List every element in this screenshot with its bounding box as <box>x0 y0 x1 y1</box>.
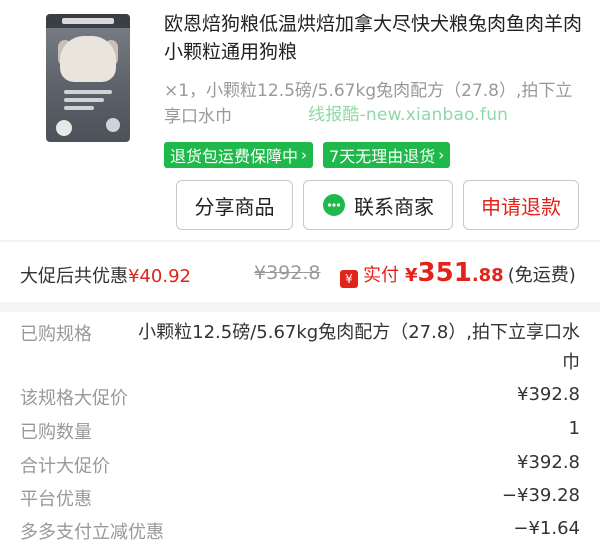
detail-label: 已购数量 <box>20 422 92 443</box>
product-thumbnail[interactable] <box>46 14 130 142</box>
detail-value: −¥39.28 <box>501 485 580 506</box>
product-card: 欧恩焙狗粮低温烘焙加拿大尽快犬粮兔肉鱼肉羊肉小颗粒通用狗粮 ×1，小颗粒12.5… <box>0 0 600 240</box>
discount-value: ¥40.92 <box>128 266 191 287</box>
detail-value: 小颗粒12.5磅/5.67kg兔肉配方（27.8）,拍下立享口水巾 <box>138 322 580 373</box>
chat-bubble-icon <box>323 194 345 216</box>
product-title[interactable]: 欧恩焙狗粮低温烘焙加拿大尽快犬粮兔肉鱼肉羊肉小颗粒通用狗粮 <box>164 10 584 66</box>
pay-label: 实付 <box>363 265 399 286</box>
thumbnail-brand-band <box>46 14 130 28</box>
original-price: ¥392.8 <box>254 262 321 284</box>
thumbnail-badge <box>56 120 72 136</box>
detail-label: 已购规格 <box>20 324 92 345</box>
detail-value: ¥392.8 <box>517 452 580 473</box>
thumbnail-dog-image <box>60 36 116 82</box>
detail-value: ¥392.8 <box>517 384 580 405</box>
pay-currency: ¥ <box>405 265 418 286</box>
chevron-right-icon: › <box>438 146 445 164</box>
tag-label: 退货包运费保障中 <box>170 147 299 166</box>
detail-row: 多多支付立减优惠 −¥1.64 <box>20 518 580 544</box>
service-tags: 退货包运费保障中 › 7天无理由退货 › <box>164 142 451 168</box>
thumbnail-label-line <box>64 98 104 102</box>
share-product-button[interactable]: 分享商品 <box>176 180 293 230</box>
detail-value: 1 <box>568 418 580 439</box>
tag-return-shipping[interactable]: 退货包运费保障中 › <box>164 142 314 168</box>
share-product-label: 分享商品 <box>194 194 275 219</box>
contact-seller-button[interactable]: 联系商家 <box>303 180 453 230</box>
pay-amount-integer: 351 <box>417 258 472 288</box>
payment-summary: 大促后共优惠¥40.92 ¥392.8 ¥ 实付 ¥ 351 .88 (免运费) <box>0 258 600 292</box>
chevron-right-icon: › <box>301 146 308 164</box>
detail-label: 合计大促价 <box>20 456 110 477</box>
contact-seller-label: 联系商家 <box>354 194 434 219</box>
apply-refund-label: 申请退款 <box>481 194 561 219</box>
action-buttons: 分享商品 联系商家 申请退款 <box>176 180 579 230</box>
actual-payment: ¥ 实付 ¥ 351 .88 (免运费) <box>340 258 576 288</box>
shipping-note: (免运费) <box>507 265 576 286</box>
tag-label: 7天无理由退货 <box>329 147 436 166</box>
detail-row: 该规格大促价 ¥392.8 <box>20 384 580 410</box>
tag-7day-return[interactable]: 7天无理由退货 › <box>323 142 451 168</box>
pay-amount-decimal: .88 <box>471 265 504 286</box>
detail-row-spec: 已购规格 小颗粒12.5磅/5.67kg兔肉配方（27.8）,拍下立享口水巾 <box>20 318 580 378</box>
thumbnail-label-line <box>64 106 94 110</box>
yen-badge-icon: ¥ <box>340 270 358 288</box>
detail-label: 该规格大促价 <box>20 388 128 409</box>
detail-row: 平台优惠 −¥39.28 <box>20 485 580 511</box>
detail-label: 多多支付立减优惠 <box>20 522 164 543</box>
thumbnail-badge <box>106 118 120 132</box>
detail-label: 平台优惠 <box>20 489 92 510</box>
apply-refund-button[interactable]: 申请退款 <box>463 180 579 230</box>
detail-row: 合计大促价 ¥392.8 <box>20 452 580 478</box>
discount-label: 大促后共优惠 <box>20 266 128 287</box>
watermark-text: 线报酷-new.xianbao.fun <box>308 105 509 125</box>
detail-value: −¥1.64 <box>513 518 580 539</box>
thumbnail-label-line <box>64 90 112 94</box>
discount-summary: 大促后共优惠¥40.92 <box>20 262 191 288</box>
divider <box>0 240 600 242</box>
detail-row: 已购数量 1 <box>20 418 580 444</box>
section-divider <box>0 302 600 312</box>
